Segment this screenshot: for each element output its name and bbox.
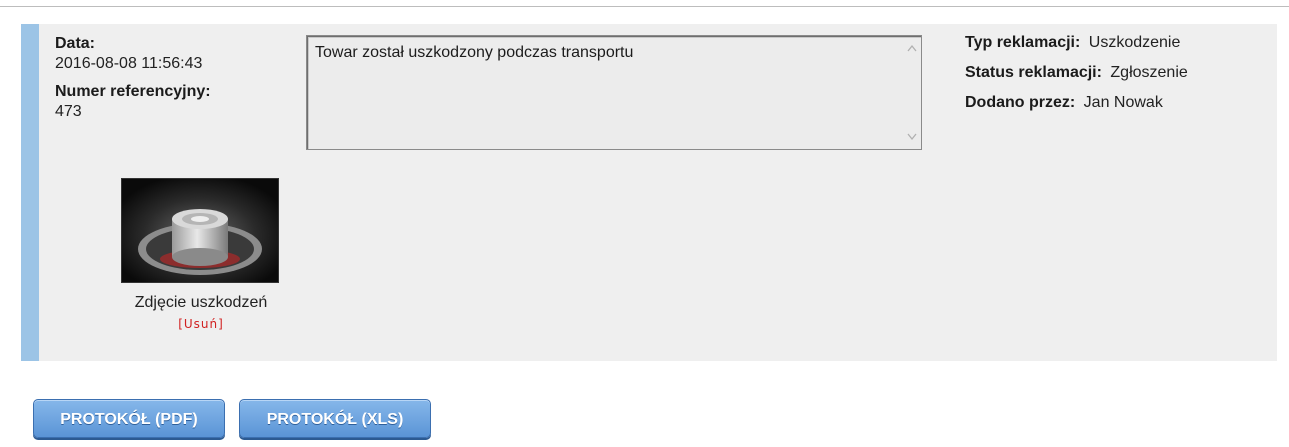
complaint-status-label: Status reklamacji: xyxy=(965,64,1102,81)
scroll-up-icon[interactable] xyxy=(907,44,917,54)
complaint-info: Typ reklamacji: Uszkodzenie Status rekla… xyxy=(965,33,1275,123)
added-by-value: Jan Nowak xyxy=(1083,94,1163,111)
date-value: 2016-08-08 11:56:43 xyxy=(55,55,203,72)
photo-caption: Zdjęcie uszkodzeń xyxy=(134,294,268,311)
damage-photo-thumbnail[interactable] xyxy=(121,178,279,283)
scroll-down-icon[interactable] xyxy=(907,133,917,143)
complaint-type-row: Typ reklamacji: Uszkodzenie xyxy=(965,33,1275,53)
added-by-label: Dodano przez: xyxy=(965,94,1076,111)
description-scrollbar[interactable] xyxy=(903,36,921,149)
complaint-details: Data: 2016-08-08 11:56:43 Numer referenc… xyxy=(55,34,295,122)
photo-thumbnail-icon xyxy=(122,179,278,282)
description-text: Towar został uszkodzony podczas transpor… xyxy=(315,44,634,61)
complaint-type-value: Uszkodzenie xyxy=(1088,34,1181,51)
complaint-status-row: Status reklamacji: Zgłoszenie xyxy=(965,63,1275,83)
reference-number-label: Numer referencyjny: xyxy=(55,83,211,100)
added-by-row: Dodano przez: Jan Nowak xyxy=(965,93,1275,113)
description-textarea[interactable]: Towar został uszkodzony podczas transpor… xyxy=(306,35,922,150)
protocol-xls-button[interactable]: PROTOKÓŁ (XLS) xyxy=(239,399,431,438)
delete-photo-link[interactable]: [Usuń] xyxy=(91,317,311,331)
complaint-type-label: Typ reklamacji: xyxy=(965,34,1081,51)
complaint-panel: Data: 2016-08-08 11:56:43 Numer referenc… xyxy=(21,24,1277,361)
panel-accent-bar xyxy=(21,24,39,361)
complaint-status-value: Zgłoszenie xyxy=(1110,64,1188,81)
top-divider xyxy=(0,6,1289,7)
reference-number-value: 473 xyxy=(55,103,82,120)
date-label: Data: xyxy=(55,35,96,52)
protocol-pdf-button[interactable]: PROTOKÓŁ (PDF) xyxy=(33,399,225,438)
